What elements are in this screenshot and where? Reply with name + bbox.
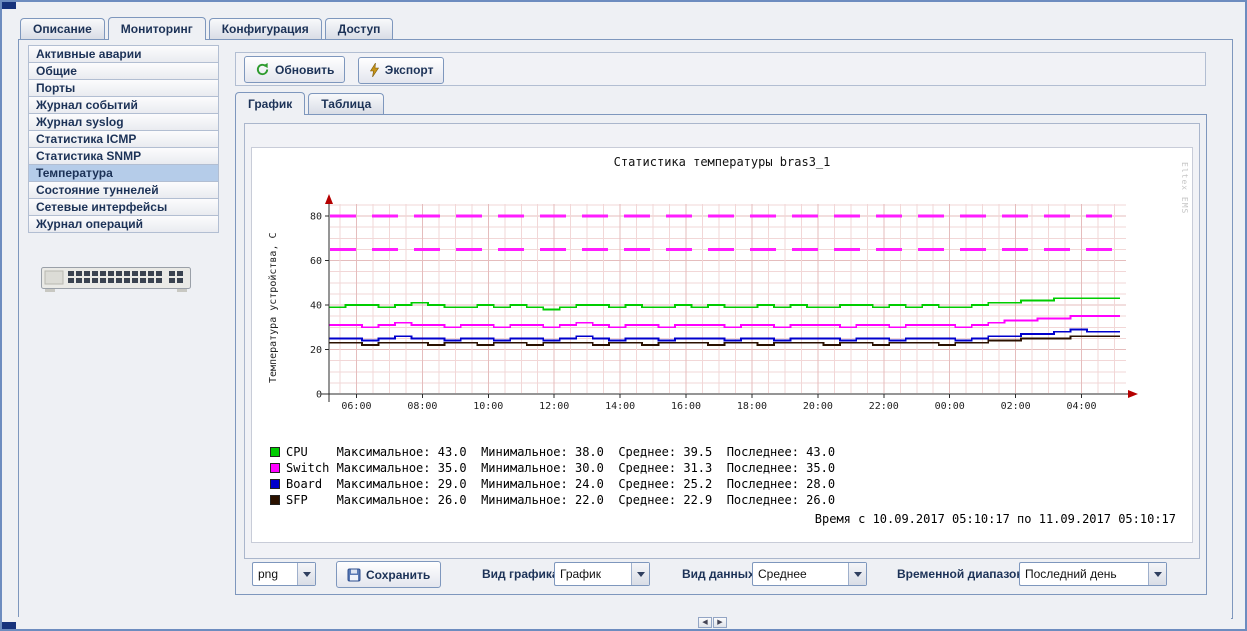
save-button[interactable]: Сохранить [336,561,441,588]
floppy-save-icon [347,568,361,582]
legend-row-3: SFP Максимальное: 26.0 Минимальное: 22.0… [270,492,835,507]
sidebar-item-10[interactable]: Журнал операций [28,215,219,233]
sidebar-item-1[interactable]: Общие [28,62,219,80]
main-tab-1[interactable]: Мониторинг [108,17,206,40]
legend-text: SFP Максимальное: 26.0 Минимальное: 22.0… [286,493,835,507]
sidebar: Активные аварииОбщиеПортыЖурнал событийЖ… [28,45,219,233]
format-combobox-arrow-button[interactable] [297,563,315,585]
export-icon [369,63,380,77]
view-tabbar: ГрафикТаблица [235,93,387,114]
svg-text:08:00: 08:00 [407,401,437,412]
chevron-down-icon [1154,572,1162,577]
svg-text:00:00: 00:00 [935,401,965,412]
refresh-button-label: Обновить [275,63,334,77]
window-frame-accent-top [2,2,16,9]
refresh-icon [255,62,270,77]
data-type-combobox[interactable]: Среднее [752,562,867,586]
sidebar-item-0[interactable]: Активные аварии [28,45,219,63]
format-combobox-value: png [253,563,297,585]
legend-row-2: Board Максимальное: 29.0 Минимальное: 24… [270,476,835,491]
legend-swatch-icon [270,479,280,489]
time-range-combobox[interactable]: Последний день [1019,562,1167,586]
sidebar-item-3[interactable]: Журнал событий [28,96,219,114]
chart-controls: png Сохранить Вид графика График [252,562,1192,588]
legend-text: Switch Максимальное: 35.0 Минимальное: 3… [286,461,835,475]
legend-swatch-icon [270,463,280,473]
graph-type-label: Вид графика [482,562,559,586]
svg-text:20:00: 20:00 [803,401,833,412]
time-range-label: Временной диапазон [897,562,1024,586]
horizontal-scrollbar[interactable]: ◀ ▶ [16,617,1231,628]
graph-type-arrow-button[interactable] [631,563,649,585]
data-type-arrow-button[interactable] [848,563,866,585]
svg-text:60: 60 [310,256,322,267]
main-tabbar: ОписаниеМониторингКонфигурацияДоступ [20,17,396,39]
svg-text:18:00: 18:00 [737,401,767,412]
graph-view-panel: Статистика температуры bras3_1 Eltex EMS… [235,114,1207,595]
legend-text: Board Максимальное: 29.0 Минимальное: 24… [286,477,835,491]
svg-text:0: 0 [316,390,322,401]
sidebar-item-5[interactable]: Статистика ICMP [28,130,219,148]
time-range-arrow-button[interactable] [1148,563,1166,585]
svg-text:80: 80 [310,212,322,223]
export-button-label: Экспорт [385,63,434,77]
svg-text:14:00: 14:00 [605,401,635,412]
format-combobox[interactable]: png [252,562,316,586]
main-tab-3[interactable]: Доступ [325,18,394,39]
sidebar-item-2[interactable]: Порты [28,79,219,97]
save-button-label: Сохранить [366,568,430,582]
refresh-button[interactable]: Обновить [244,56,345,83]
svg-text:04:00: 04:00 [1066,401,1096,412]
temperature-chart: 0 20 40 60 80 06:00 08:00 10:00 12:00 14:00 16:00 1… [252,174,1192,442]
svg-text:22:00: 22:00 [869,401,899,412]
view-tab-1[interactable]: Таблица [308,93,384,114]
toolbar: Обновить Экспорт [235,52,1206,86]
main-tab-2[interactable]: Конфигурация [209,18,322,39]
legend-row-0: CPU Максимальное: 43.0 Минимальное: 38.0… [270,444,835,459]
chevron-down-icon [303,572,311,577]
main-tab-0[interactable]: Описание [20,18,105,39]
chart-legend: CPU Максимальное: 43.0 Минимальное: 38.0… [270,444,835,508]
export-button[interactable]: Экспорт [358,57,445,84]
svg-text:40: 40 [310,301,322,312]
sidebar-item-4[interactable]: Журнал syslog [28,113,219,131]
svg-text:06:00: 06:00 [341,401,371,412]
svg-text:02:00: 02:00 [1001,401,1031,412]
svg-text:16:00: 16:00 [671,401,701,412]
chevron-down-icon [637,572,645,577]
chevron-down-icon [854,572,862,577]
chart-panel: Статистика температуры bras3_1 Eltex EMS… [251,147,1193,543]
chart-title: Статистика температуры bras3_1 [252,155,1192,169]
monitoring-panel: Активные аварииОбщиеПортыЖурнал событийЖ… [18,39,1233,619]
legend-row-1: Switch Максимальное: 35.0 Минимальное: 3… [270,460,835,475]
sidebar-item-7[interactable]: Температура [28,164,219,182]
legend-swatch-icon [270,495,280,505]
view-tab-0[interactable]: График [235,92,305,115]
time-range-value: Последний день [1020,563,1148,585]
sidebar-item-9[interactable]: Сетевые интерфейсы [28,198,219,216]
legend-swatch-icon [270,447,280,457]
app-window: ОписаниеМониторингКонфигурацияДоступ Акт… [0,0,1247,631]
data-type-label: Вид данных [682,562,755,586]
device-image [41,262,191,299]
switch-front-panel-icon [41,262,191,294]
svg-text:10:00: 10:00 [473,401,503,412]
time-range-caption: Время с 10.09.2017 05:10:17 по 11.09.201… [815,512,1176,526]
data-type-value: Среднее [753,563,848,585]
scroll-right-button[interactable]: ▶ [713,617,727,628]
graph-type-combobox[interactable]: График [554,562,650,586]
legend-text: CPU Максимальное: 43.0 Минимальное: 38.0… [286,445,835,459]
scroll-left-button[interactable]: ◀ [698,617,712,628]
graph-type-value: График [555,563,631,585]
window-frame-accent-bottom [2,622,16,629]
sidebar-item-6[interactable]: Статистика SNMP [28,147,219,165]
sidebar-item-8[interactable]: Состояние туннелей [28,181,219,199]
svg-text:20: 20 [310,345,322,356]
svg-text:12:00: 12:00 [539,401,569,412]
